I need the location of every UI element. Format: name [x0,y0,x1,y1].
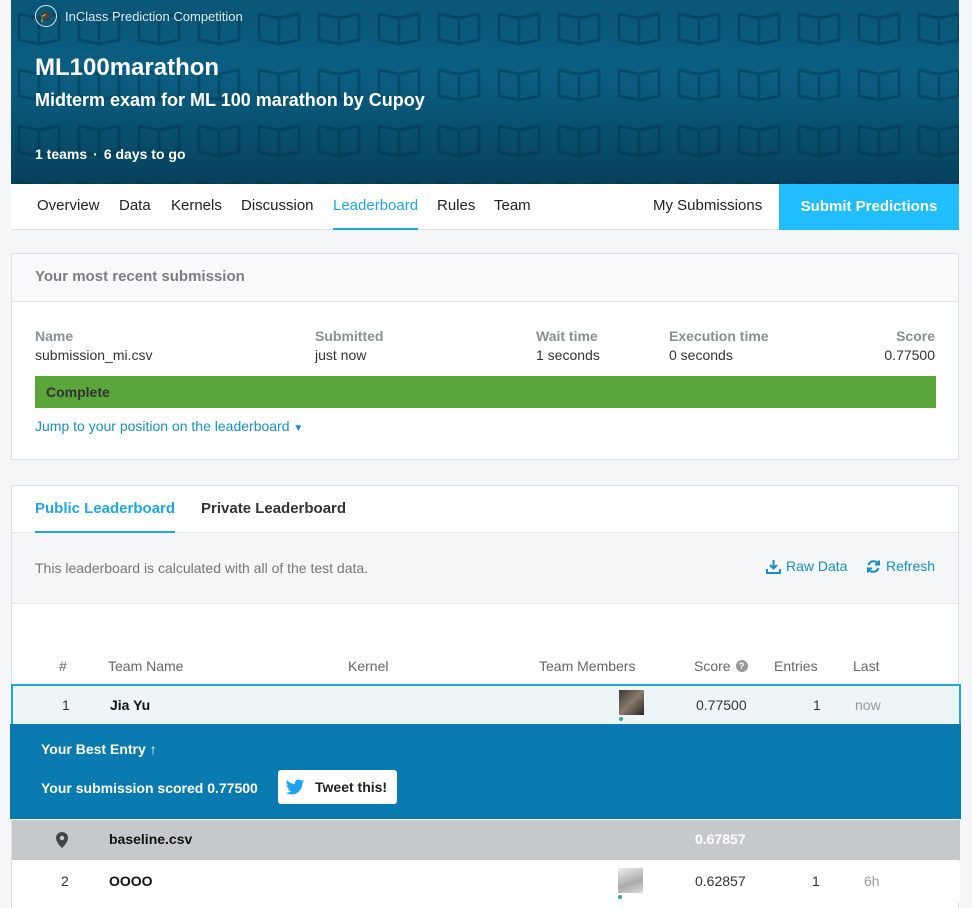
row-score: 0.77500 [696,697,747,713]
exec-label: Execution time [669,328,769,344]
col-rank[interactable]: # [59,658,67,674]
recent-submission-heading: Your most recent submission [12,254,958,302]
col-last[interactable]: Last [853,658,879,674]
caret-down-icon: ▼ [293,423,304,434]
wait-label: Wait time [536,328,598,344]
row-rank: 1 [62,697,70,713]
col-score-label: Score [694,658,731,674]
wait-value: 1 seconds [536,347,600,363]
exec-value: 0 seconds [669,347,733,363]
baseline-row[interactable]: baseline.csv 0.67857 [12,820,960,860]
best-entry-label: Your Best Entry [41,741,146,757]
avatar[interactable] [618,868,643,893]
raw-data-label: Raw Data [786,558,848,574]
col-entries[interactable]: Entries [774,658,818,674]
competition-title: ML100marathon [35,54,220,81]
arrow-up-icon: ↑ [149,741,157,757]
col-kernel[interactable]: Kernel [348,658,388,674]
map-pin-icon [56,832,68,848]
teams-count: 1 teams [35,146,88,162]
row-rank: 2 [61,873,69,889]
submitted-label: Submitted [315,328,384,344]
leaderboard-card: Public Leaderboard Private Leaderboard T… [10,485,961,908]
page: 🎓 InClass Prediction Competition ML100ma… [0,0,972,908]
row-entries: 1 [812,873,820,889]
tab-kernels[interactable]: Kernels [171,184,222,230]
refresh-label: Refresh [886,558,936,574]
col-score[interactable]: Score ? [694,658,748,674]
baseline-name: baseline.csv [109,831,193,847]
submission-submitted: Submitted just now [315,328,383,363]
download-icon [766,559,781,574]
twitter-icon [285,779,305,794]
tweet-label: Tweet this! [315,779,388,795]
row-last: now [855,697,881,713]
refresh-icon [867,559,880,573]
row-score: 0.62857 [695,873,746,889]
tab-discussion[interactable]: Discussion [241,184,314,230]
row-team-name[interactable]: Jia Yu [110,697,150,713]
jump-link-label: Jump to your position on the leaderboard [35,418,290,434]
help-icon[interactable]: ? [735,660,748,672]
tab-private-leaderboard[interactable]: Private Leaderboard [201,486,346,533]
row-entries: 1 [813,697,821,713]
my-submissions-link[interactable]: My Submissions [653,184,762,230]
tab-public-leaderboard[interactable]: Public Leaderboard [35,486,176,533]
table-row[interactable]: 1 Jia Yu 0.77500 1 now [11,684,961,724]
score-label: Score [896,328,935,344]
leaderboard-tabs: Public Leaderboard Private Leaderboard [12,486,958,533]
best-entry-title: Your Best Entry ↑ [41,741,157,757]
competition-subtitle: Midterm exam for ML 100 marathon by Cupo… [35,90,425,110]
row-last: 6h [864,873,880,889]
recent-submission-card: Your most recent submission Name submiss… [11,253,959,460]
submission-name: Name submission_mi.csv [35,328,152,363]
submission-score: Score 0.77500 [884,328,935,363]
competition-nav: Overview Data Kernels Discussion Leaderb… [11,184,959,230]
tab-data[interactable]: Data [119,184,151,230]
row-team-name[interactable]: OOOO [109,873,153,889]
tab-leaderboard[interactable]: Leaderboard [333,184,419,230]
competition-type: 🎓 InClass Prediction Competition [35,5,243,27]
online-indicator [619,717,623,721]
graduation-cap-icon: 🎓 [35,5,57,27]
competition-banner: 🎓 InClass Prediction Competition ML100ma… [11,0,959,184]
score-value: 0.77500 [884,347,935,363]
leaderboard-info-bar: This leaderboard is calculated with all … [12,533,958,604]
tab-overview[interactable]: Overview [37,184,100,230]
name-label: Name [35,328,74,344]
best-entry-banner: Your Best Entry ↑ Your submission scored… [10,724,961,819]
competition-meta: 1 teams · 6 days to go [35,146,186,162]
best-entry-score-text: Your submission scored 0.77500 [41,780,258,796]
col-team-members[interactable]: Team Members [539,658,635,674]
table-row[interactable]: 2 OOOO 0.62857 1 6h [12,862,960,902]
refresh-button[interactable]: Refresh [866,558,935,574]
submit-predictions-button[interactable]: Submit Predictions [779,184,959,230]
online-indicator [618,895,622,899]
time-left: 6 days to go [103,146,186,162]
baseline-score: 0.67857 [695,831,746,847]
col-team-name[interactable]: Team Name [108,658,183,674]
tweet-button[interactable]: Tweet this! [278,770,397,804]
leaderboard-info-text: This leaderboard is calculated with all … [35,560,369,576]
submission-exec: Execution time 0 seconds [669,328,769,363]
tab-team[interactable]: Team [494,184,531,230]
avatar[interactable] [619,690,644,715]
tab-rules[interactable]: Rules [437,184,475,230]
jump-to-position-link[interactable]: Jump to your position on the leaderboard… [35,418,303,434]
competition-type-label: InClass Prediction Competition [65,8,243,24]
status-complete-bar: Complete [35,376,936,408]
submitted-value: just now [315,347,367,363]
name-value: submission_mi.csv [35,347,153,363]
raw-data-button[interactable]: Raw Data [766,558,847,574]
submission-wait: Wait time 1 seconds [536,328,600,363]
